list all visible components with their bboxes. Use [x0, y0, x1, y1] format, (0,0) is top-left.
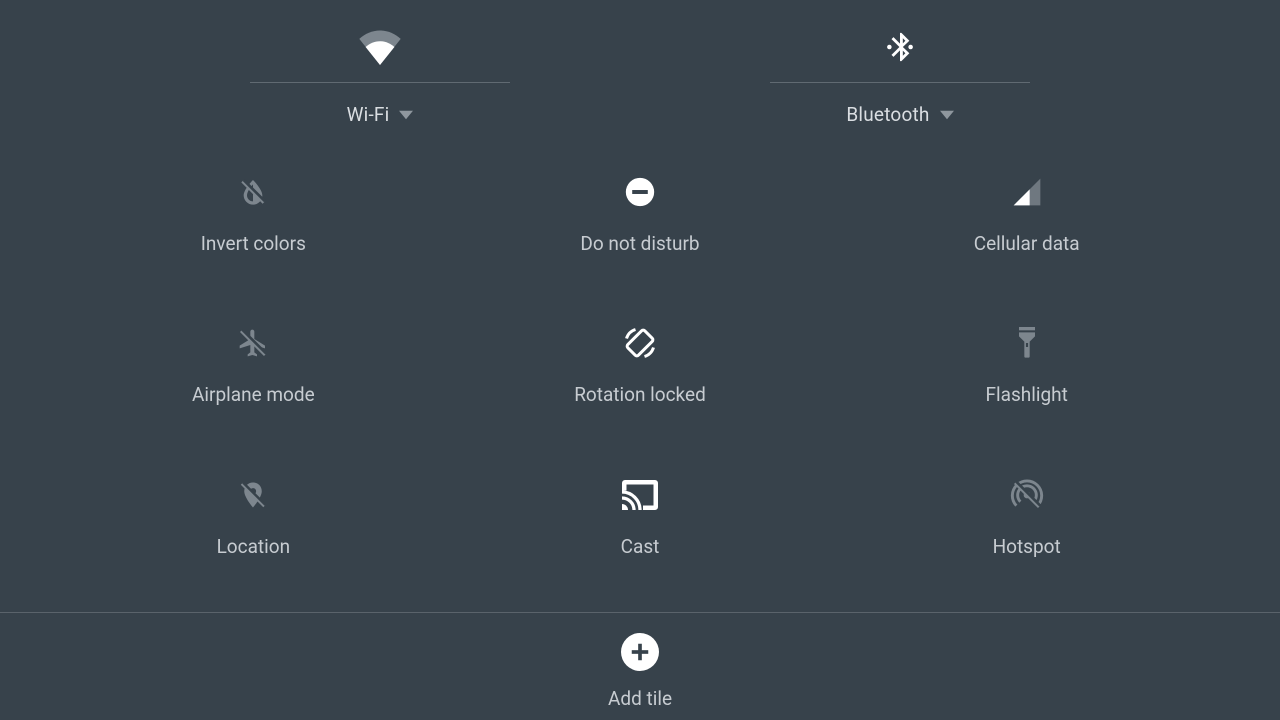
add-tile-label: Add tile: [608, 687, 672, 710]
hotspot-tile[interactable]: Hotspot: [833, 473, 1220, 592]
location-tile[interactable]: Location: [60, 473, 447, 592]
airplane-label: Airplane mode: [192, 383, 315, 406]
hotspot-icon: [1010, 473, 1044, 517]
add-tile-row[interactable]: Add tile: [0, 613, 1280, 720]
wifi-icon: [357, 22, 403, 72]
chevron-down-icon: [399, 110, 413, 120]
bluetooth-icon: [883, 22, 917, 72]
cast-icon: [622, 473, 658, 517]
bluetooth-divider: [770, 82, 1030, 83]
bluetooth-dropdown[interactable]: Bluetooth: [846, 103, 953, 126]
cast-tile[interactable]: Cast: [447, 473, 834, 592]
quick-settings-panel: Wi-Fi Bluetooth: [0, 0, 1280, 720]
chevron-down-icon: [940, 110, 954, 120]
cast-label: Cast: [621, 535, 660, 558]
location-label: Location: [217, 535, 291, 558]
wifi-dropdown[interactable]: Wi-Fi: [347, 103, 414, 126]
flashlight-icon: [1013, 321, 1041, 365]
add-icon: [621, 633, 659, 671]
invert-colors-tile[interactable]: Invert colors: [60, 170, 447, 289]
rotation-icon: [622, 321, 658, 365]
tiles-grid: Invert colors Do not disturb Cellular da…: [0, 136, 1280, 612]
header-row: Wi-Fi Bluetooth: [0, 0, 1280, 136]
airplane-icon: [237, 321, 269, 365]
hotspot-label: Hotspot: [993, 535, 1061, 558]
invert-colors-label: Invert colors: [201, 232, 306, 255]
dnd-label: Do not disturb: [580, 232, 699, 255]
wifi-header-item[interactable]: Wi-Fi: [250, 22, 510, 126]
dnd-icon: [623, 170, 657, 214]
cellular-icon: [1011, 170, 1043, 214]
rotation-label: Rotation locked: [574, 383, 706, 406]
flashlight-label: Flashlight: [985, 383, 1067, 406]
location-icon: [238, 473, 268, 517]
flashlight-tile[interactable]: Flashlight: [833, 321, 1220, 440]
wifi-label: Wi-Fi: [347, 103, 390, 126]
rotation-tile[interactable]: Rotation locked: [447, 321, 834, 440]
invert-colors-icon: [237, 170, 269, 214]
wifi-divider: [250, 82, 510, 83]
bluetooth-header-item[interactable]: Bluetooth: [770, 22, 1030, 126]
bluetooth-label: Bluetooth: [846, 103, 929, 126]
cellular-label: Cellular data: [974, 232, 1080, 255]
dnd-tile[interactable]: Do not disturb: [447, 170, 834, 289]
airplane-tile[interactable]: Airplane mode: [60, 321, 447, 440]
cellular-tile[interactable]: Cellular data: [833, 170, 1220, 289]
